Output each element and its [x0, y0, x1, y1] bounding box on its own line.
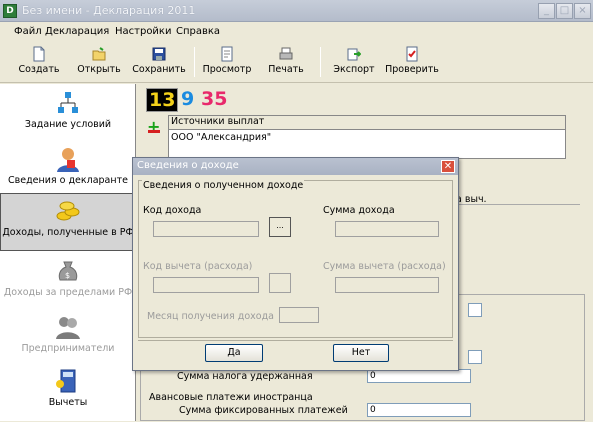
- income-sum-field[interactable]: [335, 221, 439, 237]
- deduction-code-field[interactable]: [153, 277, 259, 293]
- rate-13-tab[interactable]: 13: [146, 88, 179, 112]
- rate-35-tab[interactable]: 35: [201, 88, 227, 110]
- advance-section-title: Авансовые платежи иностранца: [149, 392, 313, 403]
- svg-text:$: $: [65, 271, 70, 280]
- income-code-browse-button[interactable]: ...: [269, 217, 291, 237]
- month-field[interactable]: [279, 307, 319, 323]
- deduction-code-browse-button[interactable]: [269, 273, 291, 293]
- income-group: Сведения о полученном доходе Код дохода …: [138, 180, 453, 338]
- tax-panel-field-2[interactable]: [468, 350, 482, 364]
- income-code-field[interactable]: [153, 221, 259, 237]
- minimize-button[interactable]: _: [538, 3, 555, 19]
- dialog-divider: [138, 340, 453, 341]
- save-button[interactable]: Сохранить: [132, 43, 186, 81]
- title-bar: D Без имени - Декларация 2011 _ □ ×: [0, 0, 593, 22]
- sidebar-item-deductions[interactable]: Вычеты: [0, 364, 136, 422]
- open-button[interactable]: Открыть: [74, 43, 124, 81]
- app-icon: D: [3, 4, 17, 18]
- coins-icon: [56, 201, 80, 221]
- income-details-dialog: Сведения о доходе ✕ Сведения о полученно…: [132, 157, 459, 371]
- tree-icon: [58, 92, 78, 113]
- dialog-title: Сведения о доходе: [133, 158, 458, 175]
- new-file-icon: [33, 46, 45, 62]
- tax-panel-field-1[interactable]: [468, 303, 482, 317]
- people-icon: [56, 317, 80, 339]
- fixed-payments-field[interactable]: 0: [367, 403, 471, 417]
- export-icon: [347, 48, 361, 61]
- month-label: Месяц получения дохода: [147, 311, 274, 322]
- check-button[interactable]: Проверить: [384, 43, 440, 81]
- sidebar-item-declarant[interactable]: Сведения о декларанте: [0, 142, 136, 200]
- menu-file[interactable]: Файл: [14, 26, 42, 37]
- preview-icon: [221, 46, 233, 62]
- close-window-button[interactable]: ×: [574, 3, 591, 19]
- deduction-code-label: Код вычета (расхода): [143, 261, 253, 272]
- menu-settings[interactable]: Настройки: [115, 26, 171, 37]
- create-button[interactable]: Создать: [14, 43, 64, 81]
- tax-withheld-label: Сумма налога удержанная: [177, 371, 313, 382]
- printer-icon: [279, 47, 293, 60]
- open-folder-icon: [92, 47, 106, 61]
- deduction-sum-label: Сумма вычета (расхода): [323, 261, 446, 272]
- column-header-deduction: а выч.: [456, 194, 487, 205]
- floppy-icon: [152, 47, 166, 61]
- grid-header: Источники выплат: [169, 116, 565, 130]
- sources-grid: Источники выплат ООО "Александрия": [168, 115, 566, 159]
- toolbar-separator: [194, 47, 195, 77]
- print-button[interactable]: Печать: [264, 43, 308, 81]
- menu-declaration[interactable]: Декларация: [45, 26, 109, 37]
- remove-source-button[interactable]: [148, 130, 160, 133]
- toolbar: Создать Открыть Сохранить Просмотр Печат…: [0, 41, 593, 83]
- sidebar-item-income-rf[interactable]: Доходы, полученные в РФ: [0, 193, 136, 251]
- preview-button[interactable]: Просмотр: [200, 43, 254, 81]
- menu-help[interactable]: Справка: [176, 26, 220, 37]
- income-code-label: Код дохода: [143, 205, 202, 216]
- money-bag-icon: $: [58, 261, 78, 281]
- export-button[interactable]: Экспорт: [330, 43, 378, 81]
- sidebar: Задание условий Сведения о декларанте До…: [0, 84, 136, 421]
- tax-withheld-field[interactable]: 0: [367, 369, 471, 383]
- toolbar-separator: [320, 47, 321, 77]
- checklist-icon: [406, 46, 418, 62]
- table-row[interactable]: ООО "Александрия": [169, 132, 565, 143]
- group-title: Сведения о полученном доходе: [142, 180, 305, 191]
- no-button[interactable]: Нет: [333, 344, 389, 362]
- dialog-close-button[interactable]: ✕: [441, 160, 455, 173]
- menu-bar: Файл Декларация Настройки Справка: [0, 23, 593, 41]
- deduction-sum-field[interactable]: [335, 277, 439, 293]
- rate-9-tab[interactable]: 9: [181, 88, 194, 110]
- sidebar-item-income-abroad[interactable]: $ Доходы за пределами РФ: [0, 254, 136, 312]
- sidebar-item-conditions[interactable]: Задание условий: [0, 86, 136, 144]
- window-title: Без имени - Декларация 2011: [22, 4, 196, 17]
- income-sum-label: Сумма дохода: [323, 205, 395, 216]
- maximize-button[interactable]: □: [556, 3, 573, 19]
- add-source-button[interactable]: +: [147, 117, 160, 136]
- yes-button[interactable]: Да: [205, 344, 263, 362]
- person-icon: [57, 148, 79, 172]
- fixed-payments-label: Сумма фиксированных платежей: [179, 405, 348, 416]
- calculator-icon: [56, 369, 76, 393]
- sidebar-item-entrepreneurs[interactable]: Предприниматели: [0, 310, 136, 368]
